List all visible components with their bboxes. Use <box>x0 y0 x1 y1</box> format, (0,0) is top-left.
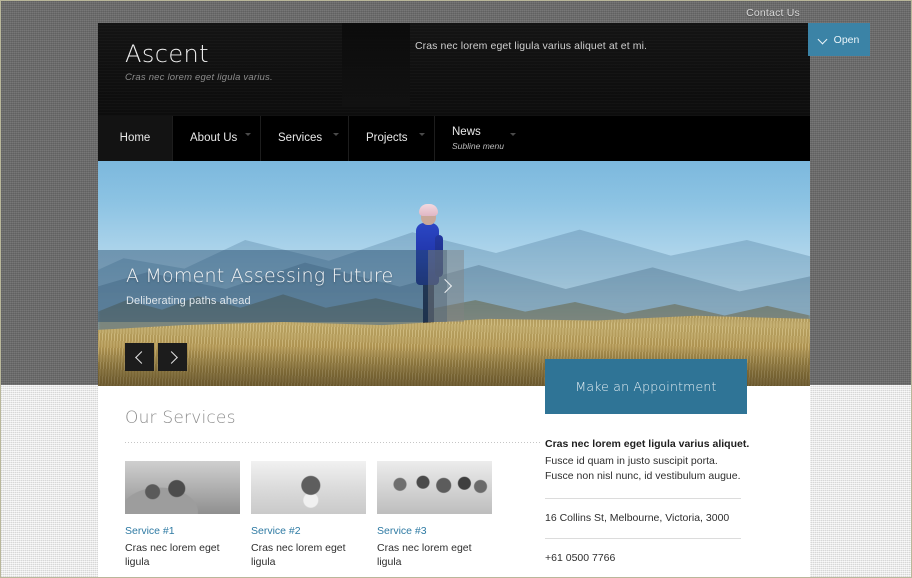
sidebar-address: 16 Collins St, Melbourne, Victoria, 3000 <box>545 512 730 525</box>
service-title-link[interactable]: Service #2 <box>251 525 366 537</box>
hero-slider: A Moment Assessing Future Deliberating p… <box>98 161 810 386</box>
nav-item-services[interactable]: Services <box>261 116 348 161</box>
make-appointment-button[interactable]: Make an Appointment <box>545 359 747 414</box>
site-tagline: Cras nec lorem eget ligula varius. <box>125 72 273 83</box>
service-thumbnail-image <box>251 461 366 514</box>
service-description: Cras nec lorem eget ligula <box>377 542 472 569</box>
website-page: Ascent Cras nec lorem eget ligula varius… <box>98 23 870 578</box>
sidebar-phone: +61 0500 7766 <box>545 552 616 565</box>
top-utility-bar: Contact Us <box>0 0 912 23</box>
sidebar-divider <box>545 538 741 540</box>
open-button[interactable]: Open <box>808 23 870 56</box>
hero-read-more-button[interactable] <box>428 250 464 322</box>
services-heading: Our Services <box>125 408 236 428</box>
nav-item-news[interactable]: News Subline menu <box>435 116 525 161</box>
nav-item-about-us[interactable]: About Us <box>173 116 260 161</box>
chevron-down-icon <box>819 35 828 44</box>
nav-item-projects[interactable]: Projects <box>349 116 434 161</box>
hero-caption: A Moment Assessing Future Deliberating p… <box>98 250 447 322</box>
services-grid: Service #1 Cras nec lorem eget ligula Se… <box>125 461 558 569</box>
chevron-right-icon <box>437 278 452 294</box>
service-description: Cras nec lorem eget ligula <box>125 542 220 569</box>
site-header: Ascent Cras nec lorem eget ligula varius… <box>98 23 870 116</box>
nav-item-label: Home <box>119 132 151 145</box>
service-card[interactable]: Service #1 Cras nec lorem eget ligula <box>125 461 240 569</box>
sidebar-heading: Cras nec lorem eget ligula varius alique… <box>545 438 750 450</box>
service-card[interactable]: Service #3 Cras nec lorem eget ligula <box>377 461 492 569</box>
logo-block[interactable]: Ascent Cras nec lorem eget ligula varius… <box>125 42 273 83</box>
slider-next-button[interactable] <box>158 343 187 371</box>
hiker-hat <box>419 204 438 216</box>
site-title: Ascent <box>125 40 209 68</box>
service-title-link[interactable]: Service #1 <box>125 525 240 537</box>
sidebar-divider <box>545 498 741 500</box>
hero-subtitle: Deliberating paths ahead <box>126 295 251 307</box>
main-column: Our Services Service #1 Cras nec lorem e… <box>98 386 558 578</box>
chevron-down-icon <box>510 133 516 136</box>
contact-us-link[interactable]: Contact Us <box>746 7 800 19</box>
chevron-down-icon <box>333 133 339 136</box>
chevron-down-icon <box>245 133 251 136</box>
primary-navigation: Home About Us Services Projects News Sub… <box>98 116 810 161</box>
sidebar-paragraph: Fusce id quam in justo suscipit porta. F… <box>545 455 741 483</box>
service-description: Cras nec lorem eget ligula <box>251 542 346 569</box>
sidebar: Make an Appointment Cras nec lorem eget … <box>545 359 810 578</box>
service-thumbnail-image <box>377 461 492 514</box>
slider-navigation <box>125 343 187 371</box>
nav-item-home[interactable]: Home <box>98 116 172 161</box>
section-divider <box>125 442 541 443</box>
page-content: Our Services Service #1 Cras nec lorem e… <box>98 359 810 578</box>
nav-item-subline: Subline menu <box>452 140 504 151</box>
slider-prev-button[interactable] <box>125 343 154 371</box>
open-button-label: Open <box>833 33 860 46</box>
chevron-left-icon <box>134 350 148 364</box>
chevron-right-icon <box>164 350 178 364</box>
hero-title: A Moment Assessing Future <box>126 265 394 287</box>
service-card[interactable]: Service #2 Cras nec lorem eget ligula <box>251 461 366 569</box>
service-title-link[interactable]: Service #3 <box>377 525 492 537</box>
service-thumbnail-image <box>125 461 240 514</box>
chevron-down-icon <box>419 133 425 136</box>
header-tagline: Cras nec lorem eget ligula varius alique… <box>414 40 648 52</box>
